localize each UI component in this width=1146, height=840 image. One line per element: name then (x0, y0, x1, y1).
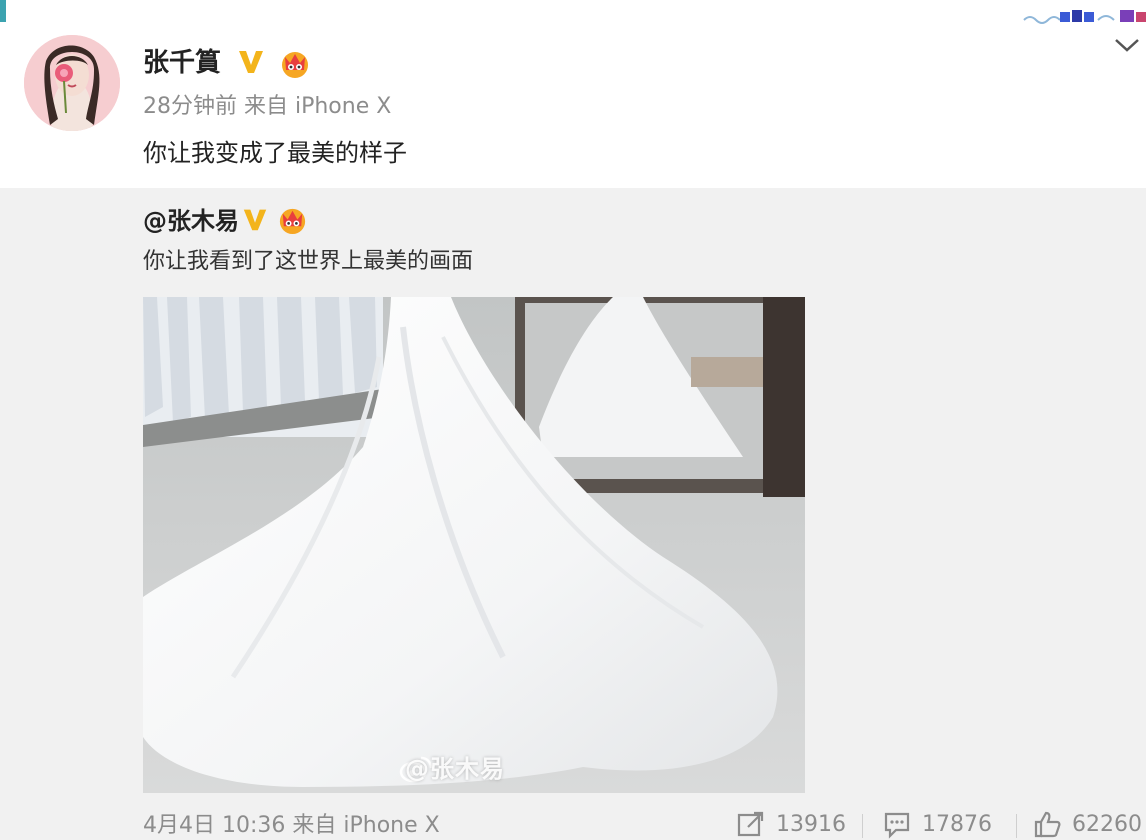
post-meta: 28分钟前 来自 iPhone X (143, 94, 392, 119)
forward-button[interactable]: 13916 (736, 808, 846, 840)
photo-watermark: @张木易 (405, 755, 505, 783)
verified-v-icon (239, 51, 263, 73)
comment-button[interactable]: 17876 (882, 808, 992, 840)
repost-block: @张木易 你让我看到了这世界上最美的画面 @张木易 4月4日 10:36 来自 … (0, 188, 1146, 840)
decorative-corner (0, 0, 6, 22)
verified-v-icon (243, 209, 267, 231)
comment-icon (884, 812, 910, 839)
post-text: 你让我变成了最美的样子 (143, 139, 407, 167)
avatar[interactable] (24, 35, 120, 131)
divider (862, 814, 863, 838)
decorative-wave-strip (1023, 10, 1146, 24)
repost-meta: 4月4日 10:36 来自 iPhone X (143, 813, 440, 838)
post-photo[interactable]: @张木易 (143, 297, 805, 793)
divider (1016, 814, 1017, 838)
comment-count: 17876 (922, 811, 992, 837)
original-post-text: 你让我看到了这世界上最美的画面 (143, 249, 474, 274)
forward-count: 13916 (776, 811, 846, 837)
member-crown-icon[interactable] (276, 203, 309, 236)
member-crown-icon[interactable] (278, 46, 312, 80)
like-count: 62260 (1072, 811, 1142, 837)
chevron-down-icon[interactable] (1112, 34, 1142, 56)
like-button[interactable]: 62260 (1032, 808, 1142, 840)
username[interactable]: 张千篔 (143, 45, 221, 81)
post-card: 张千篔 28分钟前 来自 iPhone X 你让我变成了最美的样子 (0, 0, 1146, 188)
like-icon (1034, 811, 1061, 838)
original-author-link[interactable]: @张木易 (143, 204, 239, 238)
forward-icon (737, 811, 764, 837)
